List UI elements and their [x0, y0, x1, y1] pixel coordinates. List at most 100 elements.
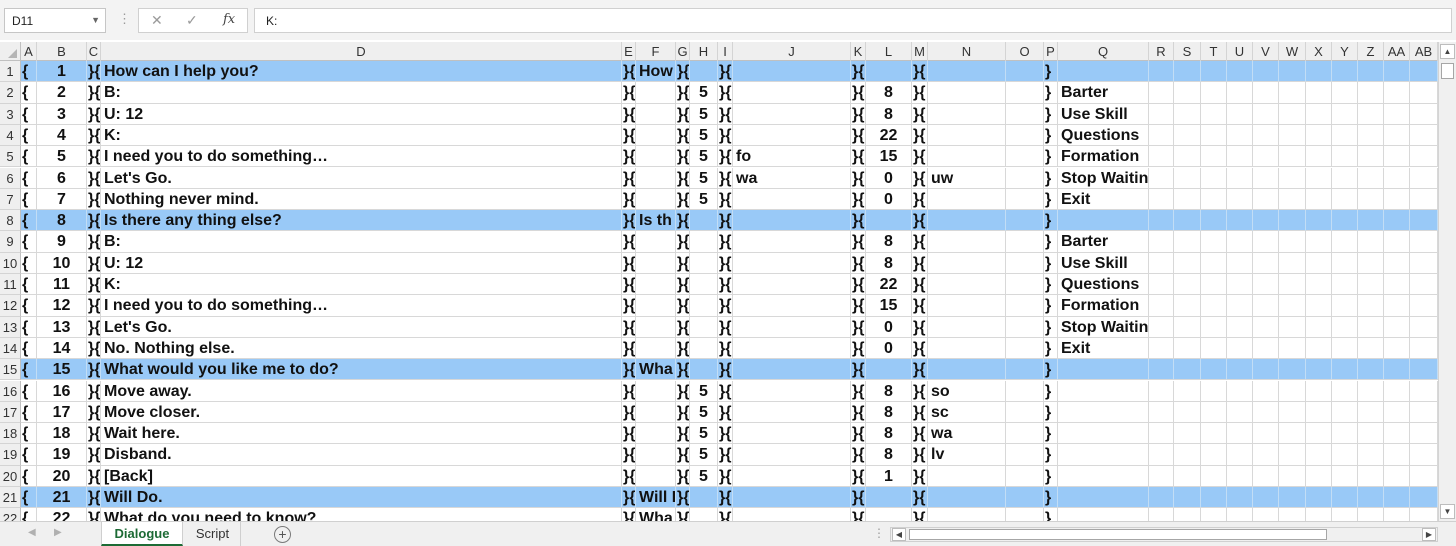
cell-aa21[interactable] — [1384, 487, 1410, 509]
column-header-f[interactable]: F — [636, 42, 676, 61]
row-header[interactable]: 17 — [0, 401, 21, 424]
cell-s20[interactable] — [1174, 465, 1201, 487]
cell-u14[interactable] — [1227, 337, 1253, 360]
cell-l2[interactable]: 8 — [866, 82, 912, 104]
cell-a11[interactable]: { — [21, 274, 37, 296]
cell-m14[interactable]: }{ — [912, 337, 928, 360]
cell-k1[interactable]: }{ — [851, 61, 866, 83]
cell-z21[interactable] — [1358, 487, 1384, 509]
cell-z9[interactable] — [1358, 231, 1384, 253]
cell-l14[interactable]: 0 — [866, 337, 912, 360]
cell-g8[interactable]: }{ — [676, 210, 690, 232]
cell-v18[interactable] — [1253, 423, 1279, 445]
enter-check-icon[interactable]: ✓ — [186, 12, 198, 29]
cell-q17[interactable] — [1058, 401, 1149, 424]
cell-h10[interactable] — [690, 252, 718, 274]
cell-k14[interactable]: }{ — [851, 337, 866, 360]
cell-s6[interactable] — [1174, 167, 1201, 189]
cell-f10[interactable] — [636, 252, 676, 274]
cell-z22[interactable] — [1358, 508, 1384, 521]
cell-a16[interactable]: { — [21, 380, 37, 402]
cell-p22[interactable]: } — [1044, 508, 1058, 521]
cell-d13[interactable]: Let's Go. — [101, 316, 622, 338]
cell-l8[interactable] — [866, 210, 912, 232]
cell-a19[interactable]: { — [21, 444, 37, 466]
cell-k5[interactable]: }{ — [851, 146, 866, 168]
cell-ab19[interactable] — [1410, 444, 1438, 466]
cell-w1[interactable] — [1279, 61, 1306, 83]
cell-q22[interactable] — [1058, 508, 1149, 521]
cell-a8[interactable]: { — [21, 210, 37, 232]
cell-g2[interactable]: }{ — [676, 82, 690, 104]
cell-r9[interactable] — [1149, 231, 1174, 253]
cell-y17[interactable] — [1332, 401, 1358, 424]
cell-k15[interactable]: }{ — [851, 359, 866, 381]
cell-k17[interactable]: }{ — [851, 401, 866, 424]
cell-v13[interactable] — [1253, 316, 1279, 338]
cell-a20[interactable]: { — [21, 465, 37, 487]
cell-x19[interactable] — [1306, 444, 1332, 466]
cell-p4[interactable]: } — [1044, 124, 1058, 147]
cell-u8[interactable] — [1227, 210, 1253, 232]
cell-f9[interactable] — [636, 231, 676, 253]
cell-f7[interactable] — [636, 188, 676, 211]
cell-e22[interactable]: }{ — [622, 508, 636, 521]
row-header[interactable]: 13 — [0, 316, 21, 338]
cell-c10[interactable]: }{ — [87, 252, 101, 274]
cell-o4[interactable] — [1006, 124, 1044, 147]
cell-j20[interactable] — [733, 465, 851, 487]
cell-aa15[interactable] — [1384, 359, 1410, 381]
cell-i16[interactable]: }{ — [718, 380, 733, 402]
cell-r5[interactable] — [1149, 146, 1174, 168]
scroll-down-icon[interactable]: ▼ — [1440, 504, 1455, 519]
cell-p20[interactable]: } — [1044, 465, 1058, 487]
cell-t12[interactable] — [1201, 295, 1227, 317]
cell-e10[interactable]: }{ — [622, 252, 636, 274]
cell-t16[interactable] — [1201, 380, 1227, 402]
cell-r6[interactable] — [1149, 167, 1174, 189]
cell-c14[interactable]: }{ — [87, 337, 101, 360]
cell-aa22[interactable] — [1384, 508, 1410, 521]
cell-ab3[interactable] — [1410, 103, 1438, 125]
cell-p3[interactable]: } — [1044, 103, 1058, 125]
cell-n2[interactable] — [928, 82, 1006, 104]
cell-g20[interactable]: }{ — [676, 465, 690, 487]
cell-p5[interactable]: } — [1044, 146, 1058, 168]
cell-g4[interactable]: }{ — [676, 124, 690, 147]
cell-r3[interactable] — [1149, 103, 1174, 125]
cell-r20[interactable] — [1149, 465, 1174, 487]
row-header[interactable]: 18 — [0, 423, 21, 445]
cell-r2[interactable] — [1149, 82, 1174, 104]
cell-c4[interactable]: }{ — [87, 124, 101, 147]
column-header-v[interactable]: V — [1253, 42, 1279, 61]
cell-t2[interactable] — [1201, 82, 1227, 104]
row-header[interactable]: 9 — [0, 231, 21, 253]
cell-w19[interactable] — [1279, 444, 1306, 466]
cell-o2[interactable] — [1006, 82, 1044, 104]
cell-x17[interactable] — [1306, 401, 1332, 424]
cell-m16[interactable]: }{ — [912, 380, 928, 402]
formula-bar-splitter[interactable]: ⋮ — [118, 11, 131, 27]
cell-e9[interactable]: }{ — [622, 231, 636, 253]
cell-m7[interactable]: }{ — [912, 188, 928, 211]
cell-x7[interactable] — [1306, 188, 1332, 211]
cell-m12[interactable]: }{ — [912, 295, 928, 317]
cell-r19[interactable] — [1149, 444, 1174, 466]
cell-m9[interactable]: }{ — [912, 231, 928, 253]
cell-g16[interactable]: }{ — [676, 380, 690, 402]
cell-o20[interactable] — [1006, 465, 1044, 487]
cell-o17[interactable] — [1006, 401, 1044, 424]
cell-y7[interactable] — [1332, 188, 1358, 211]
column-header-u[interactable]: U — [1227, 42, 1253, 61]
cell-m20[interactable]: }{ — [912, 465, 928, 487]
cell-m22[interactable]: }{ — [912, 508, 928, 521]
cell-i19[interactable]: }{ — [718, 444, 733, 466]
cell-y22[interactable] — [1332, 508, 1358, 521]
cell-q15[interactable] — [1058, 359, 1149, 381]
cell-r1[interactable] — [1149, 61, 1174, 83]
cell-d21[interactable]: Will Do. — [101, 487, 622, 509]
cell-u12[interactable] — [1227, 295, 1253, 317]
cell-s10[interactable] — [1174, 252, 1201, 274]
cell-y16[interactable] — [1332, 380, 1358, 402]
cell-aa11[interactable] — [1384, 274, 1410, 296]
